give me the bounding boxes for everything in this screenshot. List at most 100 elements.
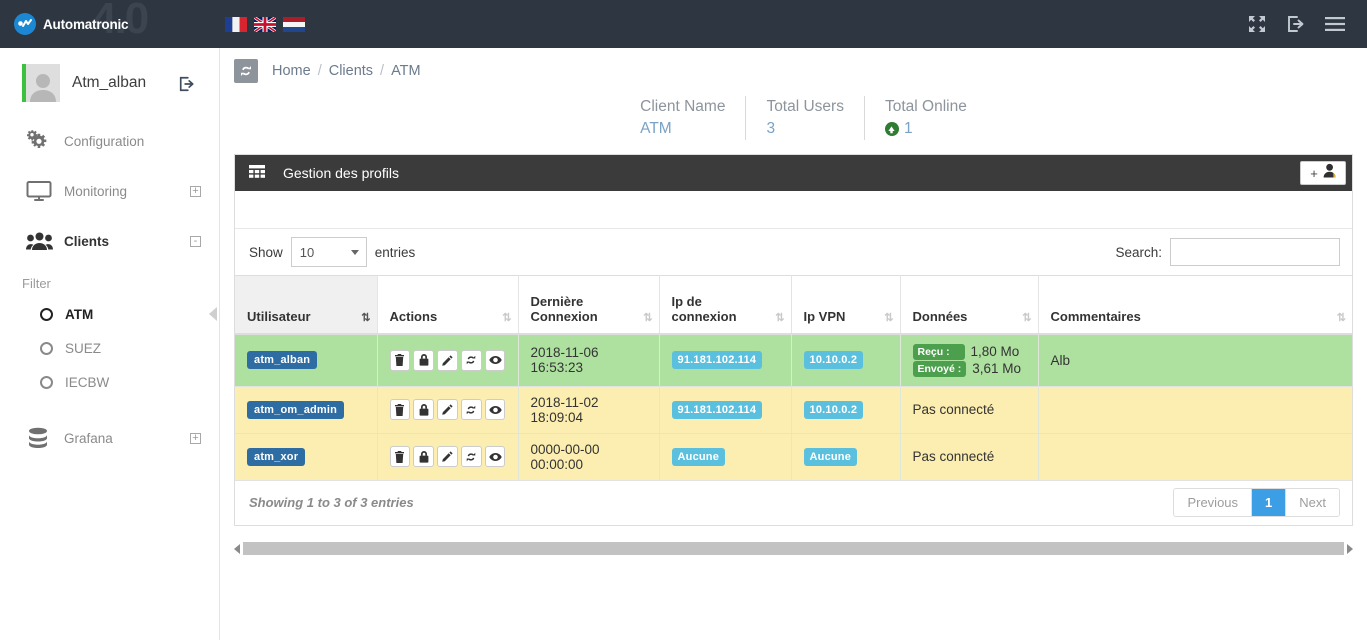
add-user-button[interactable]: + [1300,161,1346,185]
column-label: Actions [389,308,438,324]
data-sent-badge: Envoyé : [912,360,967,377]
user-badge: atm_xor [247,447,306,466]
table-controls: Show 10 entries Search: [235,229,1352,275]
radio-icon [40,307,53,321]
cell-ip-vpn: Aucune [791,433,901,481]
sidebar-filter-suez[interactable]: SUEZ [0,331,219,365]
expand-plus-icon[interactable]: + [190,432,201,444]
flag-france[interactable] [225,16,247,32]
breadcrumb-separator: / [380,63,385,79]
cell-actions [377,433,519,481]
column-header-ip-de-connexion[interactable]: Ip de connexion ⇅ [659,275,792,335]
column-label: Données [912,308,968,324]
hamburger-menu-icon[interactable] [1325,16,1345,32]
pencil-icon[interactable] [437,399,458,420]
column-header-utilisateur[interactable]: Utilisateur ⇅ [235,275,378,335]
sidebar-filter-atm[interactable]: ATM [0,297,219,331]
scrollbar-thumb[interactable] [243,542,1344,555]
expand-plus-icon[interactable]: + [190,185,201,197]
scroll-left-arrow-icon[interactable] [234,543,240,554]
users-group-icon [26,231,56,251]
breadcrumb-item-clients[interactable]: Clients [329,63,373,79]
scroll-right-arrow-icon[interactable] [1347,543,1353,554]
refresh-icon[interactable] [460,399,482,420]
cell-commentaires: Alb [1038,333,1352,387]
pencil-icon[interactable] [437,349,458,371]
breadcrumb-item-atm: ATM [391,63,421,79]
sidebar-user-name: Atm_alban [72,74,147,91]
table-row[interactable]: atm_alban 2018-11-06 16:53:23 91.181.102… [235,333,1352,387]
fullscreen-icon[interactable] [1248,15,1266,33]
lock-icon[interactable] [413,446,435,467]
sidebar-item-monitoring[interactable]: Monitoring + [0,166,219,216]
table-row[interactable]: atm_om_admin 2018-11-02 18:09:04 91.181.… [235,386,1352,434]
cell-ip-de-connexion: Aucune [659,433,792,481]
data-sent-value: 3,61 Mo [972,361,1022,376]
ip-vpn-badge: 10.10.0.2 [803,400,864,419]
filter-label: ATM [65,306,94,322]
lock-icon[interactable] [413,399,435,420]
stat-value-wrap: 1 [884,118,967,140]
table-row[interactable]: atm_xor 0000-00-00 00:00:00 Aucune Aucun… [235,433,1352,481]
column-header-donnees[interactable]: Données ⇅ [900,275,1039,335]
column-header-derniere-connexion[interactable]: Dernière Connexion ⇅ [518,275,660,335]
refresh-icon[interactable] [460,446,482,467]
search-input[interactable] [1170,238,1340,266]
collapse-minus-icon[interactable]: - [190,235,201,247]
trash-icon[interactable] [389,349,411,371]
eye-icon[interactable] [484,446,506,467]
eye-icon[interactable] [484,399,506,420]
stat-client-name: Client Name ATM [620,96,745,140]
pagination-previous[interactable]: Previous [1174,489,1253,516]
eye-icon[interactable] [484,349,506,371]
arrow-up-circle-icon [884,122,899,136]
panel-header: Gestion des profils + [235,155,1352,191]
sidebar-item-configuration[interactable]: Configuration [0,116,219,166]
brand-logo-area[interactable]: 4.0 Automatronic [0,0,220,48]
flag-netherlands[interactable] [283,16,305,32]
trash-icon[interactable] [389,446,411,467]
cell-ip-vpn: 10.10.0.2 [791,386,901,434]
show-label: Show [249,244,283,260]
sidebar-collapse-arrow-icon[interactable] [209,307,217,321]
lock-icon[interactable] [413,349,435,371]
language-flags [225,16,305,32]
breadcrumb-item-home[interactable]: Home [272,63,311,79]
row-actions [389,399,506,420]
stat-label: Client Name [640,98,726,115]
refresh-icon[interactable] [460,349,482,371]
refresh-icon[interactable] [234,59,258,83]
sidebar-item-clients[interactable]: Clients - [0,216,219,266]
breadcrumb: Home / Clients / ATM [220,48,1367,83]
logout-icon[interactable] [1286,15,1305,33]
cell-donnees: Pas connecté [900,433,1039,481]
add-user-icon [1322,163,1336,183]
ip-badge: 91.181.102.114 [671,400,763,419]
sidebar-item-grafana[interactable]: Grafana + [0,413,219,463]
trash-icon[interactable] [389,399,411,420]
pencil-icon[interactable] [437,446,458,467]
filter-label: SUEZ [65,340,102,356]
cell-utilisateur: atm_xor [235,433,378,481]
flag-uk[interactable] [254,16,276,32]
pagination-page-1[interactable]: 1 [1252,489,1287,516]
entries-length-select[interactable]: 10 [290,237,367,267]
column-header-commentaires[interactable]: Commentaires ⇅ [1038,275,1352,335]
sidebar-filter-iecbw[interactable]: IECBW [0,365,219,399]
sidebar: Atm_alban Configuration Monitoring + Cli… [0,48,220,640]
cell-donnees: Reçu : 1,80 Mo Envoyé : 3,61 Mo [900,333,1039,387]
logout-icon[interactable] [178,76,195,97]
column-header-actions[interactable]: Actions ⇅ [377,275,519,335]
panel-body: Show 10 entries Search: Utilisateur ⇅ Ac… [235,191,1352,525]
stat-label: Total Online [884,98,967,115]
horizontal-scrollbar[interactable] [234,542,1353,556]
column-label: Ip VPN [803,308,846,324]
cell-ip-vpn: 10.10.0.2 [791,333,901,387]
sort-icon: ⇅ [775,311,784,324]
main-content: Home / Clients / ATM Client Name ATM Tot… [220,48,1367,640]
sort-icon: ⇅ [1336,311,1346,324]
sidebar-item-label: Grafana [64,430,113,446]
column-header-ip-vpn[interactable]: Ip VPN ⇅ [791,275,901,335]
pagination-next[interactable]: Next [1286,489,1339,516]
cell-commentaires [1038,386,1352,434]
